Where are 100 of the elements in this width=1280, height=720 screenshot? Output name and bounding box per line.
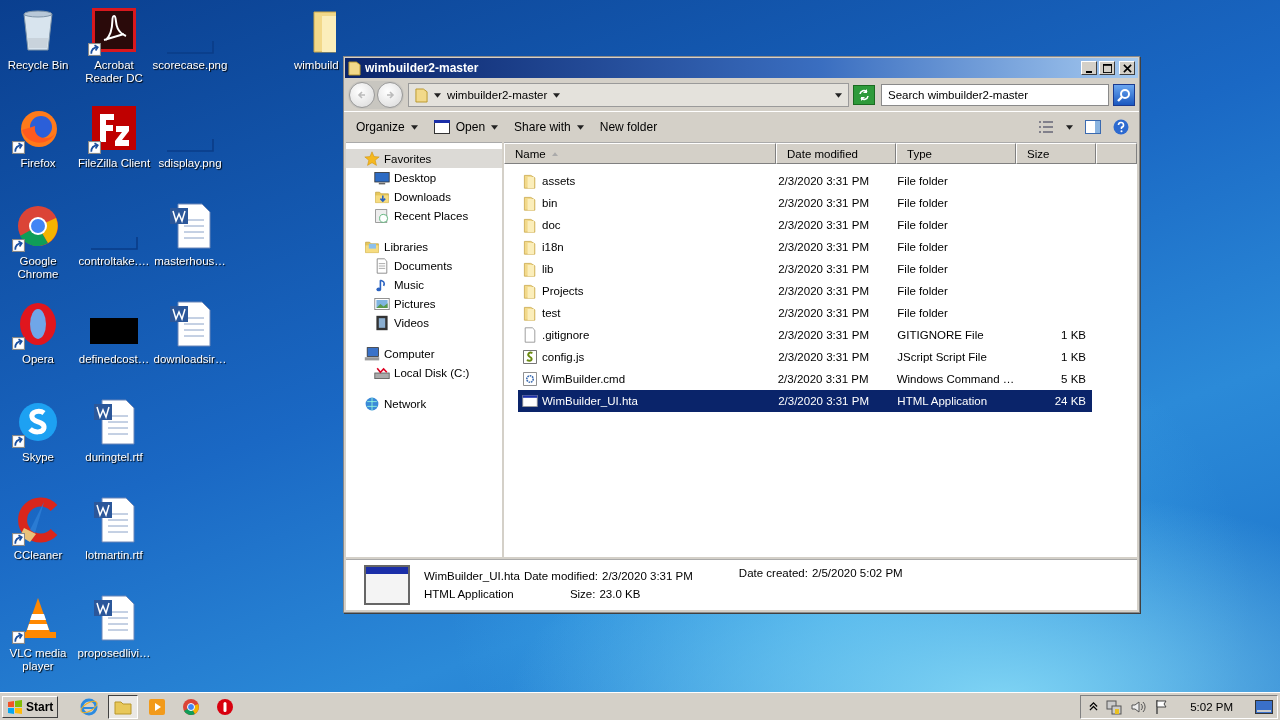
speaker-icon[interactable] (1130, 698, 1147, 715)
column-header[interactable]: Date modified (776, 143, 896, 164)
close-button[interactable] (1119, 61, 1135, 75)
file-row[interactable]: bin 2/3/2020 3:31 PM File folder (518, 192, 1092, 214)
nav-item[interactable]: Videos (346, 313, 502, 332)
desktop-icon-label[interactable]: controltake.… (78, 255, 150, 268)
file-row[interactable]: i18n 2/3/2020 3:31 PM File folder (518, 236, 1092, 258)
details-label: Size: (569, 588, 596, 600)
nav-item[interactable]: Downloads (346, 187, 502, 206)
nav-item[interactable]: Documents (346, 256, 502, 275)
breadcrumb[interactable]: wimbuilder2-master (447, 89, 548, 101)
nav-item[interactable]: Local Disk (C:) (346, 363, 502, 382)
date-cell: 2/3/2020 3:31 PM (778, 175, 869, 187)
nav-item[interactable]: Favorites (346, 149, 502, 168)
desktop-icon-label[interactable]: scorecase.png (152, 59, 228, 72)
desktop-icon-label[interactable]: duringtel.rtf (85, 451, 143, 464)
back-button[interactable] (349, 82, 375, 108)
type-cell: File folder (897, 241, 948, 253)
maximize-button[interactable] (1099, 61, 1115, 75)
desktop-icon-label[interactable]: proposedlivi… (77, 647, 151, 660)
desktop-icon-label[interactable]: CCleaner (13, 549, 63, 562)
picture-icon (374, 295, 390, 312)
details-label: Date created: (738, 567, 808, 579)
desktop-icon-label[interactable]: FileZilla Client (77, 157, 151, 170)
nav-item[interactable]: Recent Places (346, 206, 502, 225)
nav-item[interactable]: Computer (346, 344, 502, 363)
caret-icon (1066, 124, 1073, 130)
nav-item[interactable]: Pictures (346, 294, 502, 313)
column-header[interactable]: Size (1016, 143, 1096, 164)
file-row[interactable]: WimBuilder.cmd 2/3/2020 3:31 PM Windows Command … 5 KB (518, 368, 1092, 390)
chevron-up-icon[interactable] (1089, 702, 1099, 711)
pdf-app-icon (90, 6, 138, 54)
window-title: wimbuilder2-master (365, 61, 480, 75)
nav-item[interactable]: Network (346, 394, 502, 413)
date-cell: 2/3/2020 3:31 PM (778, 395, 869, 407)
toolbar-button[interactable]: Open (427, 117, 505, 137)
caret-icon (434, 92, 441, 98)
file-row[interactable]: lib 2/3/2020 3:31 PM File folder (518, 258, 1092, 280)
folder-icon (522, 305, 538, 321)
nav-item[interactable]: Music (346, 275, 502, 294)
desktop-icon-label[interactable]: Google Chrome (0, 255, 76, 281)
file-name: doc (542, 219, 561, 231)
column-header[interactable]: Name (504, 143, 776, 164)
size-cell: 5 KB (1061, 373, 1086, 385)
folder-icon (348, 60, 361, 76)
search-button[interactable] (1113, 84, 1135, 106)
details-value: 23.0 KB (599, 588, 641, 600)
show-desktop-icon[interactable] (1255, 699, 1273, 714)
type-cell: File folder (897, 263, 948, 275)
date-cell: 2/3/2020 3:31 PM (778, 241, 869, 253)
desktop-icon-label[interactable]: lotmartin.rtf (85, 549, 143, 562)
details-file-type: HTML Application (424, 588, 515, 600)
desktop-icon-label[interactable]: wimbuild (294, 59, 339, 72)
desktop-icon-label[interactable]: Skype (22, 451, 54, 464)
folder-icon (522, 239, 538, 255)
size-cell: 1 KB (1061, 351, 1086, 363)
desktop-icon-label[interactable]: Acrobat Reader DC (76, 59, 152, 85)
details-label: Date modified: (523, 570, 599, 582)
file-row[interactable]: .gitignore 2/3/2020 3:31 PM GITIGNORE File 1 KB (518, 324, 1092, 346)
search-field[interactable]: Search wimbuilder2-master (881, 84, 1109, 106)
type-cell: File folder (897, 175, 948, 187)
desktop-icon (374, 169, 390, 186)
file-row[interactable]: test 2/3/2020 3:31 PM File folder (518, 302, 1092, 324)
network-icon[interactable] (1106, 698, 1123, 715)
column-header[interactable]: Type (896, 143, 1016, 164)
date-cell: 2/3/2020 3:31 PM (778, 197, 869, 209)
start-button[interactable]: Start (2, 695, 59, 718)
toolbar-button[interactable]: New folder (593, 117, 664, 137)
nav-item[interactable]: Desktop (346, 168, 502, 187)
forward-button[interactable] (377, 82, 403, 108)
desktop-icon-label[interactable]: definedcost… (78, 353, 150, 366)
details-value: 2/3/2020 3:31 PM (602, 570, 693, 582)
desktop-icon-label[interactable]: masterhous… (154, 255, 226, 268)
minimize-button[interactable] (1081, 61, 1097, 75)
file-row[interactable]: Projects 2/3/2020 3:31 PM File folder (518, 280, 1092, 302)
desktop-icon-label[interactable]: sdisplay.png (158, 157, 222, 170)
file-row[interactable]: WimBuilder_UI.hta 2/3/2020 3:31 PM HTML Application 24 KB (518, 390, 1092, 412)
desktop-icon-label[interactable]: Firefox (20, 157, 56, 170)
toolbar-button[interactable]: Organize (350, 117, 424, 137)
caret-icon (553, 92, 561, 98)
star-icon (364, 150, 380, 167)
recent-icon (374, 207, 390, 224)
toolbar-button[interactable]: Share with (508, 117, 590, 137)
clock[interactable]: 5:02 PM (1190, 700, 1233, 713)
desktop-icon-label[interactable]: Recycle Bin (7, 59, 69, 72)
file-name: config.js (542, 351, 585, 363)
desktop-icon-label[interactable]: downloadsir… (153, 353, 227, 366)
file-name: WimBuilder_UI.hta (542, 395, 638, 407)
search-icon (1117, 88, 1131, 102)
nav-item[interactable]: Libraries (346, 237, 502, 256)
desktop-icon-label[interactable]: VLC media player (0, 647, 76, 673)
refresh-button[interactable] (853, 85, 875, 105)
address-bar[interactable]: wimbuilder2-master (408, 83, 849, 107)
file-row[interactable]: config.js 2/3/2020 3:31 PM JScript Script File 1 KB (518, 346, 1092, 368)
file-row[interactable]: assets 2/3/2020 3:31 PM File folder (518, 170, 1092, 192)
taskbar-app-button[interactable] (108, 694, 139, 719)
file-row[interactable]: doc 2/3/2020 3:31 PM File folder (518, 214, 1092, 236)
desktop-icon-label[interactable]: Opera (22, 353, 54, 366)
details-file-name: WimBuilder_UI.hta (424, 570, 520, 582)
type-cell: HTML Application (897, 395, 988, 407)
